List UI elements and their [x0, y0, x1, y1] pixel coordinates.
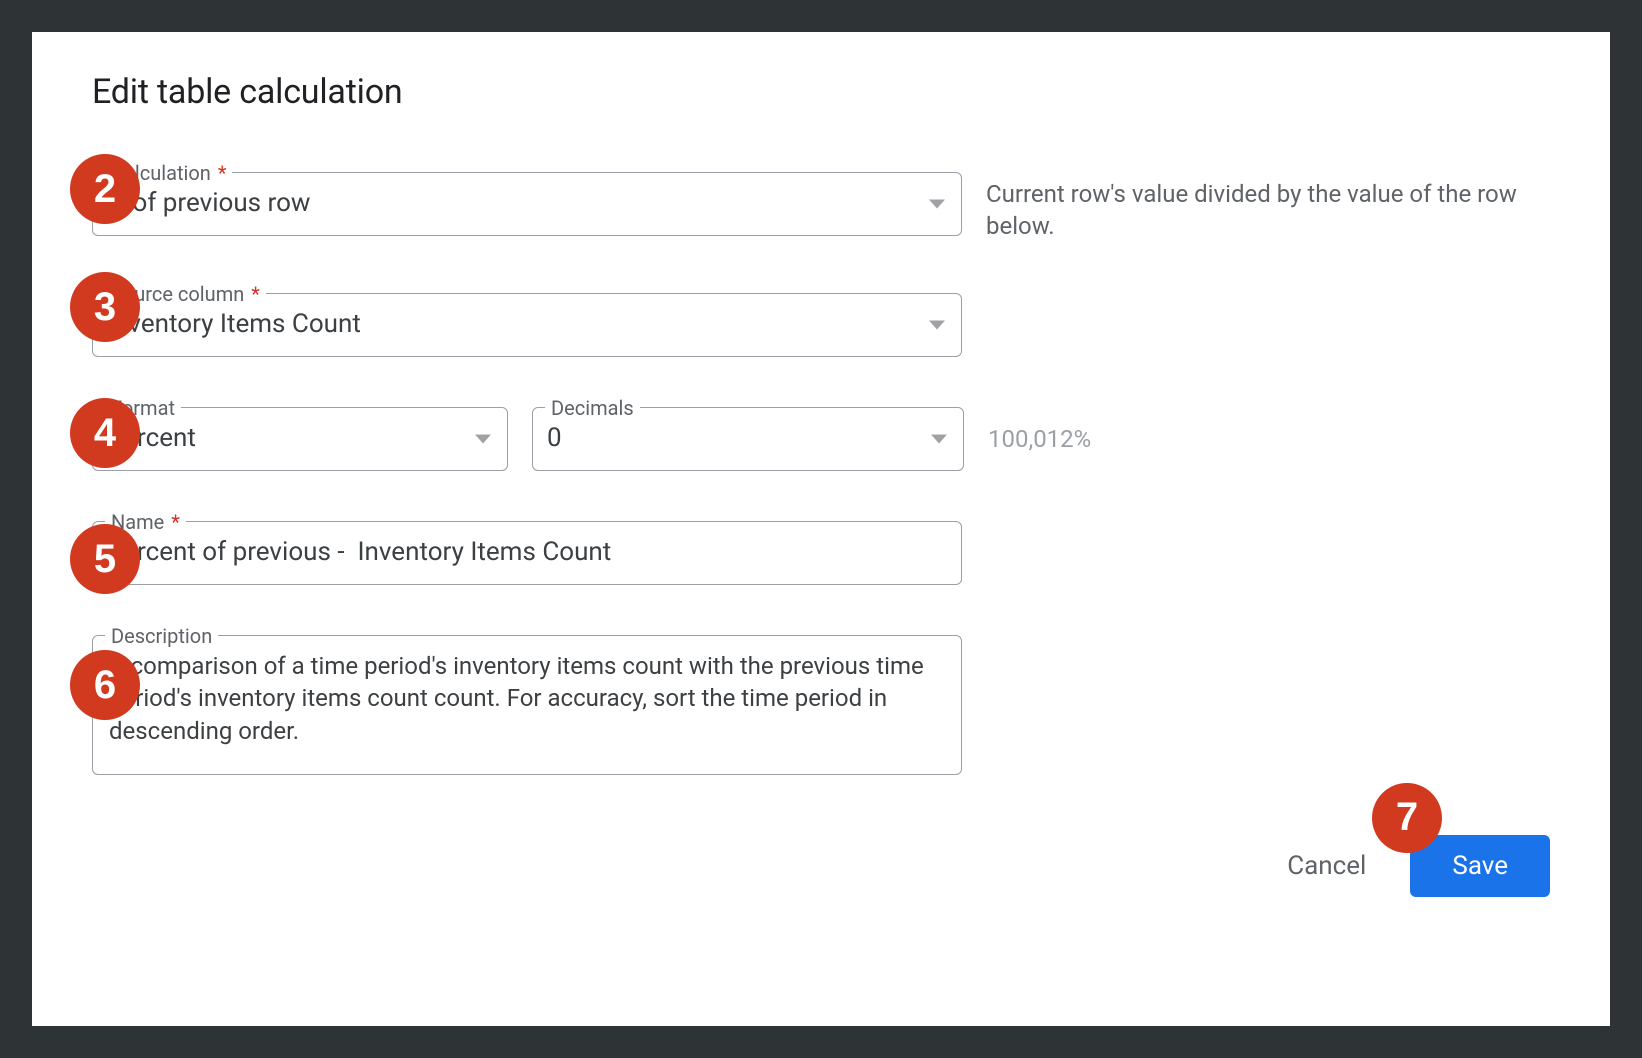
- decimals-select[interactable]: Decimals 0: [532, 407, 964, 471]
- annotation-badge-2: 2: [70, 154, 140, 224]
- chevron-down-icon: [475, 434, 491, 443]
- decimals-value: 0: [547, 421, 923, 456]
- source-column-select[interactable]: Source column * Inventory Items Count: [92, 293, 962, 357]
- chevron-down-icon: [931, 434, 947, 443]
- description-field-wrapper: Description: [92, 635, 962, 775]
- format-select[interactable]: Format Percent: [92, 407, 508, 471]
- description-label: Description: [105, 624, 218, 648]
- cancel-button[interactable]: Cancel: [1277, 839, 1376, 893]
- format-example-text: 100,012%: [988, 407, 1091, 453]
- dialog-title: Edit table calculation: [92, 72, 1550, 112]
- format-value: Percent: [107, 421, 467, 456]
- decimals-label: Decimals: [545, 396, 640, 420]
- annotation-badge-7: 7: [1372, 783, 1442, 853]
- edit-table-calculation-dialog: Edit table calculation 2 3 4 5 6 Calcula…: [32, 32, 1610, 1026]
- annotation-badge-3: 3: [70, 272, 140, 342]
- chevron-down-icon: [929, 200, 945, 209]
- chevron-down-icon: [929, 320, 945, 329]
- annotation-badge-4: 4: [70, 398, 140, 468]
- description-textarea[interactable]: [107, 648, 947, 758]
- save-button[interactable]: Save: [1410, 835, 1550, 897]
- calculation-helper-text: Current row's value divided by the value…: [986, 172, 1546, 243]
- name-field-wrapper: Name *: [92, 521, 962, 585]
- source-column-value: Inventory Items Count: [107, 307, 921, 342]
- calculation-select[interactable]: Calculation * % of previous row: [92, 172, 962, 236]
- name-input[interactable]: [107, 535, 947, 570]
- annotation-badge-5: 5: [70, 524, 140, 594]
- annotation-badge-6: 6: [70, 650, 140, 720]
- calculation-value: % of previous row: [107, 186, 921, 221]
